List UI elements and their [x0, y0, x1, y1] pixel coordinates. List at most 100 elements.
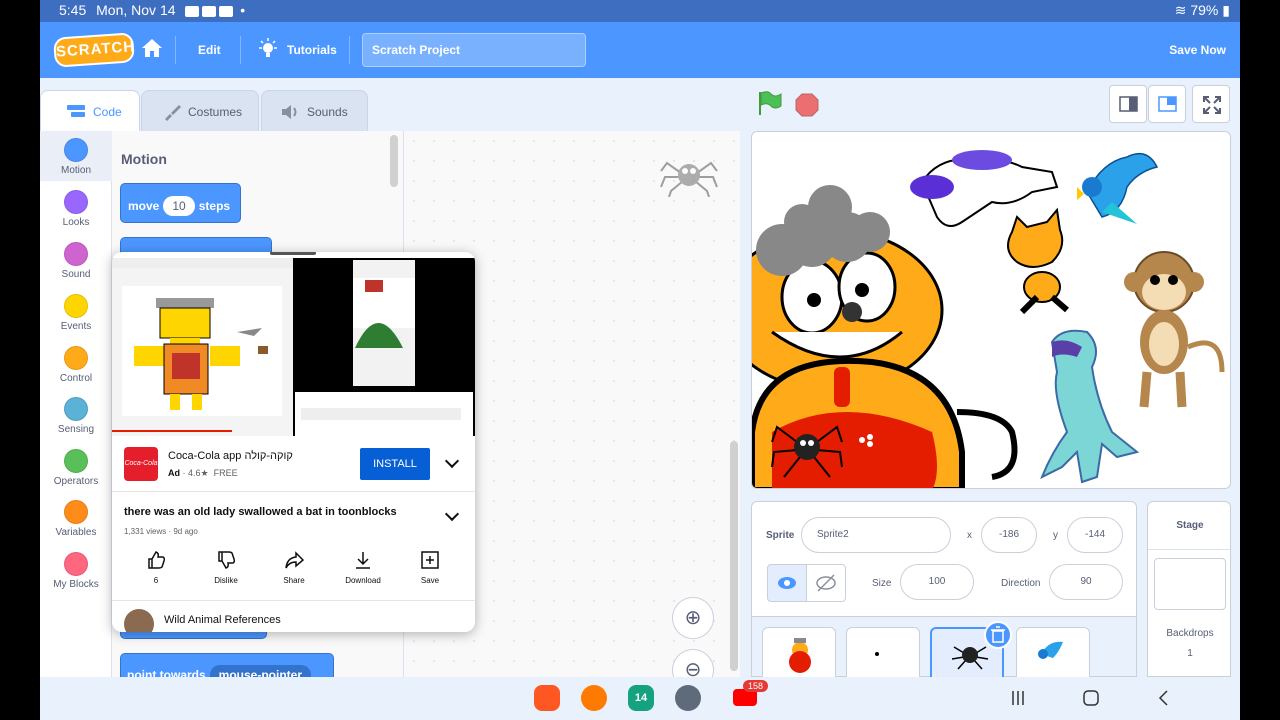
small-stage-icon	[1119, 96, 1138, 112]
taskbar: 14 158	[40, 677, 1240, 720]
sprite-name-field[interactable]: Sprite2	[801, 517, 951, 553]
direction-field[interactable]: 90	[1049, 564, 1123, 600]
menu-divider	[175, 36, 176, 64]
lightbulb-icon[interactable]	[258, 38, 278, 60]
category-looks[interactable]: Looks	[40, 183, 112, 233]
playlist-add-icon	[421, 551, 439, 569]
youtube-popup-window[interactable]: Coca-Cola Coca-Cola app קוקה-קולה Ad · 4…	[112, 252, 475, 632]
category-my-blocks[interactable]: My Blocks	[40, 545, 112, 595]
ad-rating: 4.6★	[188, 468, 209, 478]
app-drawer-icon[interactable]	[675, 685, 701, 711]
home-icon[interactable]	[140, 36, 164, 60]
dog-sprite[interactable]	[910, 150, 1059, 227]
parrot-sprite[interactable]	[1077, 152, 1159, 224]
monkey-sprite[interactable]	[1124, 251, 1225, 408]
calendar-app-icon[interactable]: 14	[628, 685, 654, 711]
thumbs-down-icon	[218, 551, 236, 569]
x-label: x	[967, 530, 972, 541]
edit-menu[interactable]: Edit	[198, 43, 221, 57]
stop-icon[interactable]	[795, 93, 819, 117]
delete-sprite-button[interactable]	[984, 621, 1012, 649]
speaker-icon	[282, 105, 297, 119]
point-towards-block[interactable]: point towards mouse-pointer	[120, 653, 334, 677]
install-button[interactable]: INSTALL	[360, 448, 430, 480]
move-steps-block[interactable]: move 10 steps	[120, 183, 241, 223]
chevron-down-icon[interactable]	[444, 506, 460, 522]
project-title-input[interactable]: Scratch Project	[362, 33, 586, 67]
like-button[interactable]: 6	[126, 550, 186, 585]
category-dot	[64, 294, 88, 318]
normal-stage-button[interactable]	[1148, 85, 1186, 123]
spider-sprite-icon	[660, 161, 718, 197]
save-button[interactable]: Save	[400, 550, 460, 585]
notes-app-icon[interactable]	[534, 685, 560, 711]
category-dot	[64, 190, 88, 214]
channel-avatar[interactable]	[124, 609, 154, 632]
video-player[interactable]	[112, 258, 475, 436]
category-sound[interactable]: Sound	[40, 235, 112, 285]
tab-costumes-label: Costumes	[188, 105, 243, 119]
sprite-label: Sprite	[766, 530, 795, 541]
backdrop-thumbnail[interactable]	[1154, 558, 1226, 610]
category-sensing[interactable]: Sensing	[40, 390, 112, 440]
dot-icon: •	[240, 2, 246, 18]
fullscreen-button[interactable]	[1192, 85, 1230, 123]
brush-icon	[165, 105, 181, 121]
ad-banner[interactable]: Coca-Cola Coca-Cola app קוקה-קולה Ad · 4…	[112, 436, 475, 492]
category-label: Sound	[61, 269, 91, 280]
category-control[interactable]: Control	[40, 339, 112, 389]
small-stage-button[interactable]	[1109, 85, 1147, 123]
category-variables[interactable]: Variables	[40, 493, 112, 543]
download-button[interactable]: Download	[333, 550, 393, 585]
channel-name[interactable]: Wild Animal References	[164, 614, 281, 626]
channel-row[interactable]: Wild Animal References	[112, 600, 475, 632]
stage-canvas[interactable]	[751, 131, 1231, 489]
size-field[interactable]: 100	[900, 564, 974, 600]
tab-code[interactable]: Code	[40, 90, 140, 131]
scratch-cat-sprite[interactable]	[1007, 207, 1069, 315]
youtube-notification-icon	[219, 5, 234, 17]
tab-costumes[interactable]: Costumes	[141, 90, 259, 131]
palette-scrollbar[interactable]	[390, 135, 398, 187]
share-button[interactable]: Share	[264, 550, 324, 585]
recent-apps-icon[interactable]	[1010, 689, 1026, 707]
backdrops-count: 1	[1187, 648, 1193, 659]
dislike-button[interactable]: Dislike	[196, 550, 256, 585]
show-sprite-button[interactable]	[767, 564, 807, 602]
battery-icon: ▮	[1222, 2, 1230, 18]
point-target-dropdown[interactable]: mouse-pointer	[209, 665, 312, 677]
tab-sounds[interactable]: Sounds	[261, 90, 368, 131]
zoom-in-button[interactable]: ⊕	[672, 597, 714, 639]
tutorials-button[interactable]: Tutorials	[287, 43, 337, 57]
stage-target-pane[interactable]: Stage Backdrops 1	[1147, 501, 1232, 677]
contacts-app-icon[interactable]	[581, 685, 607, 711]
green-flag-icon[interactable]	[756, 90, 782, 116]
dinosaur-sprite[interactable]	[1040, 329, 1140, 484]
hide-sprite-button[interactable]	[806, 564, 846, 602]
video-title[interactable]: there was an old lady swallowed a bat in…	[124, 506, 397, 518]
category-events[interactable]: Events	[40, 287, 112, 337]
y-position-field[interactable]: -144	[1067, 517, 1123, 553]
category-motion[interactable]: Motion	[40, 131, 112, 181]
category-dot	[64, 449, 88, 473]
steps-input[interactable]: 10	[163, 196, 195, 216]
chevron-down-icon[interactable]	[444, 453, 460, 469]
category-dot	[64, 552, 88, 576]
scratch-logo[interactable]: SCRATCH	[53, 32, 136, 68]
x-position-field[interactable]: -186	[981, 517, 1037, 553]
home-nav-icon[interactable]	[1082, 689, 1100, 707]
menu-divider	[349, 36, 350, 64]
cat-sprite-thumb	[789, 638, 811, 673]
eye-icon	[778, 577, 796, 589]
backdrops-label: Backdrops	[1166, 628, 1214, 639]
save-label: Save	[420, 576, 440, 585]
tab-code-label: Code	[93, 105, 122, 119]
category-operators[interactable]: Operators	[40, 442, 112, 492]
popup-drag-handle[interactable]	[270, 252, 316, 255]
dot-sprite-thumb	[875, 652, 879, 656]
save-now-button[interactable]: Save Now	[1169, 43, 1226, 57]
workspace-scrollbar[interactable]	[730, 441, 738, 671]
normal-stage-icon	[1158, 96, 1177, 112]
ad-title: Coca-Cola app קוקה-קולה	[168, 450, 293, 462]
back-nav-icon[interactable]	[1156, 689, 1170, 707]
